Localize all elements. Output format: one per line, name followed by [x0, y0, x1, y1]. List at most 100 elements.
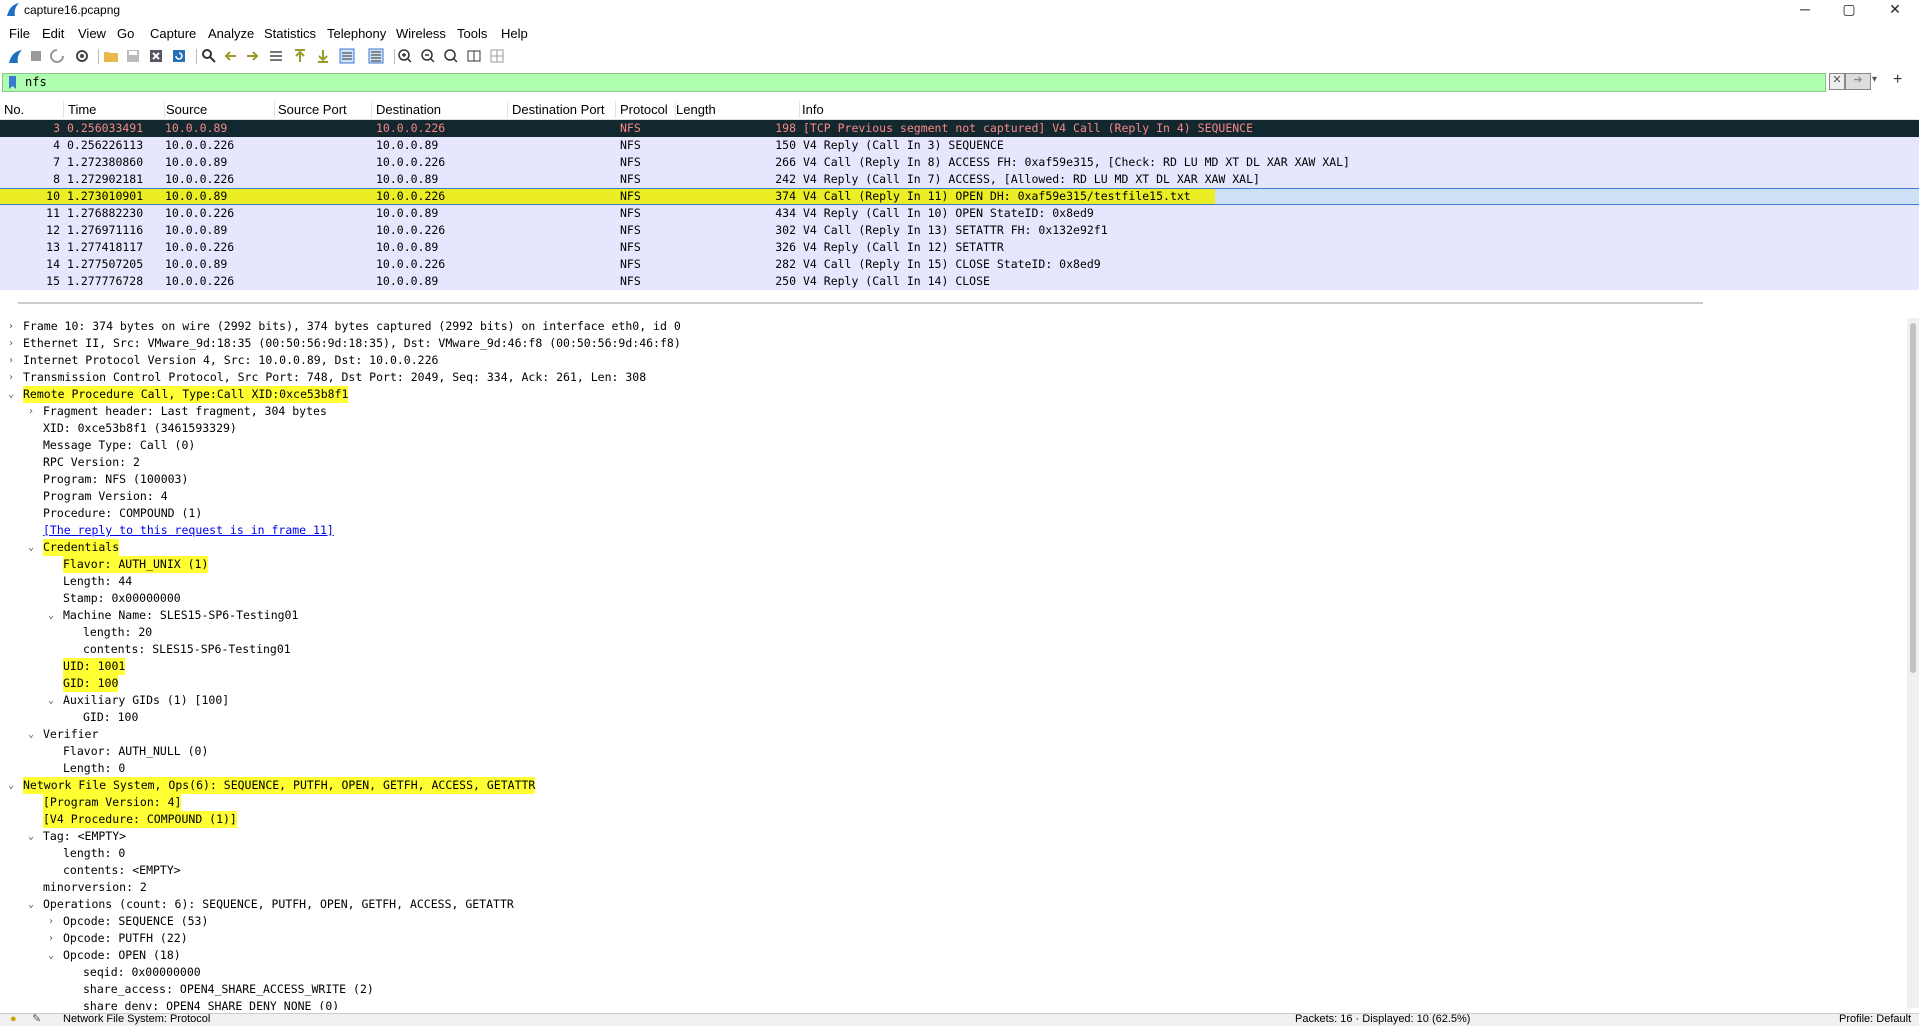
scroll-thumb[interactable]	[1910, 323, 1916, 673]
zoom-in-icon[interactable]	[397, 48, 413, 64]
last-packet-icon[interactable]	[315, 48, 331, 64]
save-icon[interactable]	[125, 48, 141, 64]
expanded-chevron-icon[interactable]: ⌄	[6, 777, 16, 794]
column-destination[interactable]: Destination	[372, 101, 508, 118]
layout-icon[interactable]	[489, 48, 505, 64]
detail-tree-item[interactable]: minorversion: 2	[0, 879, 1902, 896]
close-file-icon[interactable]	[148, 48, 164, 64]
collapsed-chevron-icon[interactable]: ›	[6, 352, 16, 369]
expanded-chevron-icon[interactable]: ⌄	[46, 692, 56, 709]
packet-row[interactable]: 12 1.276971116 10.0.0.89 10.0.0.226 NFS …	[0, 222, 1919, 239]
detail-tree-item[interactable]: ⌄ Credentials	[0, 539, 1902, 556]
expanded-chevron-icon[interactable]: ⌄	[26, 896, 36, 913]
autoscroll-icon[interactable]	[339, 48, 355, 64]
detail-tree-item[interactable]: share_deny: OPEN4_SHARE_DENY_NONE (0)	[0, 998, 1902, 1010]
maximize-button[interactable]: ▢	[1826, 0, 1872, 20]
detail-tree-item[interactable]: ⌄ Tag: <EMPTY>	[0, 828, 1902, 845]
menu-telephony[interactable]: Telephony	[327, 26, 386, 41]
detail-link[interactable]: [The reply to this request is in frame 1…	[43, 522, 334, 539]
expanded-chevron-icon[interactable]: ⌄	[6, 386, 16, 403]
detail-tree-item[interactable]: ⌄ Remote Procedure Call, Type:Call XID:0x…	[0, 386, 1902, 403]
menu-view[interactable]: View	[78, 26, 106, 41]
options-gear-icon[interactable]	[74, 48, 90, 64]
detail-tree-item[interactable]: contents: SLES15-SP6-Testing01	[0, 641, 1902, 658]
menu-file[interactable]: File	[9, 26, 30, 41]
menu-wireless[interactable]: Wireless	[396, 26, 446, 41]
detail-tree-item[interactable]: ⌄ Verifier	[0, 726, 1902, 743]
detail-tree-item[interactable]: RPC Version: 2	[0, 454, 1902, 471]
detail-tree-item[interactable]: Message Type: Call (0)	[0, 437, 1902, 454]
first-packet-icon[interactable]	[292, 48, 308, 64]
packet-row[interactable]: 13 1.277418117 10.0.0.226 10.0.0.89 NFS …	[0, 239, 1919, 256]
detail-tree-item[interactable]: share_access: OPEN4_SHARE_ACCESS_WRITE (…	[0, 981, 1902, 998]
detail-tree-item[interactable]: › Internet Protocol Version 4, Src: 10.0.…	[0, 352, 1902, 369]
display-filter-input[interactable]: nfs	[25, 75, 47, 89]
detail-tree-item[interactable]: ⌄ Network File System, Ops(6): SEQUENCE, …	[0, 777, 1902, 794]
column-protocol[interactable]: Protocol	[616, 101, 676, 118]
collapsed-chevron-icon[interactable]: ›	[46, 930, 56, 947]
clear-filter-button[interactable]: ✕	[1829, 73, 1845, 90]
column-length[interactable]: Length	[672, 101, 800, 118]
expanded-chevron-icon[interactable]: ⌄	[26, 726, 36, 743]
packet-row[interactable]: 7 1.272380860 10.0.0.89 10.0.0.226 NFS 2…	[0, 154, 1919, 171]
column-time[interactable]: Time	[64, 101, 165, 118]
collapsed-chevron-icon[interactable]: ›	[46, 913, 56, 930]
normal-size-icon[interactable]	[443, 48, 459, 64]
resize-columns-icon[interactable]	[466, 48, 482, 64]
column-source[interactable]: Source	[162, 101, 275, 118]
colorize-icon[interactable]	[368, 48, 384, 64]
detail-tree-item[interactable]: › Fragment header: Last fragment, 304 byt…	[0, 403, 1902, 420]
status-profile[interactable]: Profile: Default	[1839, 1014, 1911, 1026]
go-to-packet-icon[interactable]	[268, 48, 284, 64]
close-window-button[interactable]: ✕	[1872, 0, 1918, 20]
detail-tree-item[interactable]: contents: <EMPTY>	[0, 862, 1902, 879]
detail-tree-item[interactable]: ⌄ Machine Name: SLES15-SP6-Testing01	[0, 607, 1902, 624]
detail-tree-item[interactable]: UID: 1001	[0, 658, 1902, 675]
packet-row[interactable]: 14 1.277507205 10.0.0.89 10.0.0.226 NFS …	[0, 256, 1919, 273]
detail-tree-item[interactable]: Length: 44	[0, 573, 1902, 590]
detail-tree-item[interactable]: XID: 0xce53b8f1 (3461593329)	[0, 420, 1902, 437]
detail-tree-item[interactable]: length: 0	[0, 845, 1902, 862]
column-info[interactable]: Info	[798, 101, 1898, 118]
edit-comment-icon[interactable]: ✎	[32, 1014, 41, 1026]
expert-info-icon[interactable]: ●	[10, 1014, 17, 1026]
collapsed-chevron-icon[interactable]: ›	[26, 403, 36, 420]
collapsed-chevron-icon[interactable]: ›	[6, 335, 16, 352]
detail-tree-item[interactable]: length: 20	[0, 624, 1902, 641]
find-icon[interactable]	[201, 48, 217, 64]
reload-icon[interactable]	[171, 48, 187, 64]
packet-list-hscrollbar[interactable]	[18, 302, 1703, 304]
expanded-chevron-icon[interactable]: ⌄	[46, 947, 56, 964]
expanded-chevron-icon[interactable]: ⌄	[26, 828, 36, 845]
detail-tree-item[interactable]: ⌄ Operations (count: 6): SEQUENCE, PUTFH,…	[0, 896, 1902, 913]
detail-tree-item[interactable]: [Program Version: 4]	[0, 794, 1902, 811]
forward-icon[interactable]	[245, 48, 261, 64]
detail-tree-item[interactable]: Program Version: 4	[0, 488, 1902, 505]
detail-tree-item[interactable]: [The reply to this request is in frame 1…	[0, 522, 1902, 539]
menu-tools[interactable]: Tools	[457, 26, 487, 41]
detail-tree-item[interactable]: › Transmission Control Protocol, Src Port…	[0, 369, 1902, 386]
packet-row[interactable]: 11 1.276882230 10.0.0.226 10.0.0.89 NFS …	[0, 205, 1919, 222]
detail-tree-item[interactable]: › Ethernet II, Src: VMware_9d:18:35 (00:5…	[0, 335, 1902, 352]
zoom-out-icon[interactable]	[420, 48, 436, 64]
collapsed-chevron-icon[interactable]: ›	[6, 369, 16, 386]
packet-row-selected[interactable]: 10 1.273010901 10.0.0.89 10.0.0.226 NFS …	[0, 188, 1919, 205]
detail-tree-item[interactable]: GID: 100	[0, 709, 1902, 726]
minimize-button[interactable]: ─	[1782, 0, 1828, 20]
menu-help[interactable]: Help	[501, 26, 528, 41]
shark-fin-start-icon[interactable]	[7, 48, 23, 64]
packet-row[interactable]: 4 0.256226113 10.0.0.226 10.0.0.89 NFS 1…	[0, 137, 1919, 154]
detail-tree-item[interactable]: ⌄ Auxiliary GIDs (1) [100]	[0, 692, 1902, 709]
detail-tree-item[interactable]: Procedure: COMPOUND (1)	[0, 505, 1902, 522]
menu-statistics[interactable]: Statistics	[264, 26, 316, 41]
detail-tree-item[interactable]: GID: 100	[0, 675, 1902, 692]
detail-tree-item[interactable]: ⌄ Opcode: OPEN (18)	[0, 947, 1902, 964]
menu-analyze[interactable]: Analyze	[208, 26, 254, 41]
column-no[interactable]: No.	[0, 101, 64, 118]
expanded-chevron-icon[interactable]: ⌄	[46, 607, 56, 624]
add-filter-button[interactable]: +	[1893, 71, 1902, 89]
stop-icon[interactable]	[28, 48, 44, 64]
detail-tree-item[interactable]: Length: 0	[0, 760, 1902, 777]
detail-tree-item[interactable]: [V4 Procedure: COMPOUND (1)]	[0, 811, 1902, 828]
packet-row[interactable]: 8 1.272902181 10.0.0.226 10.0.0.89 NFS 2…	[0, 171, 1919, 188]
